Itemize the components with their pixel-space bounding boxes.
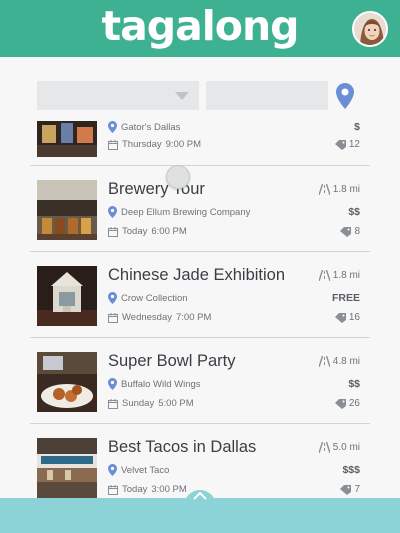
venue-label: Gator's Dallas [121, 121, 181, 133]
filter-bar [0, 57, 400, 117]
road-icon [318, 270, 330, 281]
event-venue: Deep Ellum Brewing Company [108, 206, 250, 218]
distance-row: 4.8 mi [318, 356, 360, 367]
calendar-icon [108, 398, 118, 409]
time-label: 7:00 PM [176, 312, 212, 323]
attendee-row: 12 [334, 139, 360, 150]
tag-icon [334, 312, 346, 323]
time-label: 5:00 PM [158, 398, 194, 409]
list-item[interactable]: Gator's Dallas Thursday 9:00 PM $ 12 [0, 117, 400, 166]
distance-label: 5.0 mi [332, 442, 360, 453]
price-label: FREE [331, 292, 360, 304]
app-logo: tagalong [101, 2, 299, 50]
list-item[interactable]: Best Tacos in Dallas Velvet Taco Today 3… [0, 424, 400, 499]
day-label: Sunday [122, 398, 155, 409]
event-venue: Buffalo Wild Wings [108, 378, 201, 390]
day-label: Today [122, 484, 148, 495]
price-label: $$ [348, 378, 360, 390]
distance-label: 1.8 mi [332, 270, 360, 281]
calendar-icon [108, 312, 118, 323]
day-label: Wednesday [122, 312, 172, 323]
tag-icon [340, 226, 352, 237]
venue-label: Velvet Taco [121, 464, 170, 476]
venue-label: Buffalo Wild Wings [121, 378, 201, 390]
distance-row: 1.8 mi [318, 270, 360, 281]
price-row: $$ [348, 206, 360, 218]
time-label: 6:00 PM [151, 226, 187, 237]
tag-icon [334, 139, 346, 150]
venue-label: Crow Collection [121, 292, 188, 304]
attendee-row: 7 [340, 484, 360, 495]
attendee-count: 16 [348, 312, 360, 323]
map-pin-icon [108, 206, 117, 218]
day-label: Today [122, 226, 148, 237]
caret-down-icon [175, 92, 189, 100]
attendee-row: 26 [334, 398, 360, 409]
road-icon [318, 356, 330, 367]
event-time: Today 3:00 PM [108, 484, 187, 495]
event-time: Sunday 5:00 PM [108, 398, 194, 409]
time-label: 9:00 PM [165, 139, 201, 150]
event-time: Wednesday 7:00 PM [108, 312, 211, 323]
event-thumbnail [37, 180, 97, 240]
calendar-icon [108, 484, 118, 495]
list-item[interactable]: Super Bowl Party Buffalo Wild Wings Sund… [0, 338, 400, 424]
event-title[interactable]: Brewery Tour [108, 180, 205, 199]
map-pin-icon [108, 292, 117, 304]
touch-indicator [166, 165, 190, 189]
event-thumbnail [37, 438, 97, 498]
attendee-row: 16 [334, 312, 360, 323]
calendar-icon [108, 226, 118, 237]
event-thumbnail [37, 266, 97, 326]
event-thumbnail [37, 352, 97, 412]
price-row: $$ [348, 378, 360, 390]
chevron-up-icon[interactable] [193, 491, 207, 501]
event-title[interactable]: Super Bowl Party [108, 352, 235, 371]
event-venue: Gator's Dallas [108, 121, 180, 133]
map-pin-icon [108, 121, 117, 133]
tag-icon [340, 484, 352, 495]
price-row: $ [354, 121, 360, 133]
tag-icon [334, 398, 346, 409]
location-pin-icon[interactable] [336, 83, 354, 109]
road-icon [318, 184, 330, 195]
event-title[interactable]: Best Tacos in Dallas [108, 438, 256, 457]
event-list: Gator's Dallas Thursday 9:00 PM $ 12 Bre… [0, 117, 400, 499]
distance-row: 5.0 mi [318, 442, 360, 453]
day-label: Thursday [122, 139, 162, 150]
attendee-count: 8 [354, 226, 360, 237]
event-time: Thursday 9:00 PM [108, 139, 201, 150]
venue-label: Deep Ellum Brewing Company [121, 206, 251, 218]
category-dropdown[interactable] [37, 81, 199, 110]
app-header: tagalong [0, 0, 400, 57]
content-panel: Gator's Dallas Thursday 9:00 PM $ 12 Bre… [0, 57, 400, 533]
event-time: Today 6:00 PM [108, 226, 187, 237]
distance-label: 1.8 mi [332, 184, 360, 195]
time-label: 3:00 PM [151, 484, 187, 495]
calendar-icon [108, 139, 118, 150]
event-title[interactable]: Chinese Jade Exhibition [108, 266, 285, 285]
event-thumbnail [37, 121, 97, 157]
price-label: $$$ [342, 464, 360, 476]
price-row: $$$ [342, 464, 360, 476]
location-input[interactable] [206, 81, 328, 110]
distance-label: 4.8 mi [332, 356, 360, 367]
price-label: $$ [348, 206, 360, 218]
attendee-row: 8 [340, 226, 360, 237]
list-item[interactable]: Chinese Jade Exhibition Crow Collection … [0, 252, 400, 338]
event-venue: Velvet Taco [108, 464, 169, 476]
event-venue: Crow Collection [108, 292, 188, 304]
attendee-count: 7 [354, 484, 360, 495]
road-icon [318, 442, 330, 453]
attendee-count: 26 [348, 398, 360, 409]
map-pin-icon [108, 378, 117, 390]
distance-row: 1.8 mi [318, 184, 360, 195]
price-label: $ [354, 121, 360, 133]
map-pin-icon [108, 464, 117, 476]
list-item[interactable]: Brewery Tour Deep Ellum Brewing Company … [0, 166, 400, 252]
price-row: FREE [332, 292, 360, 304]
attendee-count: 12 [348, 139, 360, 150]
user-avatar[interactable] [352, 11, 388, 47]
